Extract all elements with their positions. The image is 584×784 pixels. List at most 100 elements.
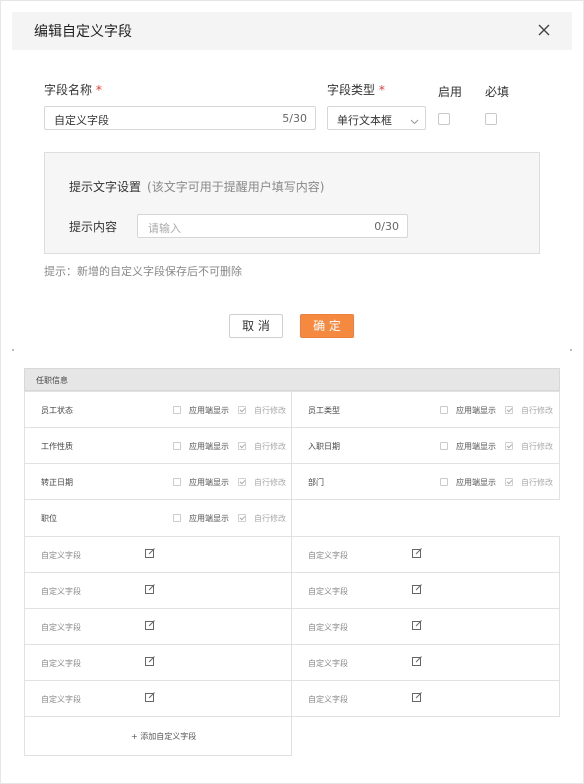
editable-checkbox[interactable] (505, 478, 513, 486)
display-option-label: 应用端显示 (189, 478, 229, 487)
custom-field-cell: 自定义字段 (291, 572, 560, 609)
divider-dot (12, 349, 14, 351)
edit-icon[interactable] (412, 692, 422, 702)
field-name-count: 5/30 (282, 112, 307, 125)
editable-checkbox[interactable] (238, 514, 246, 522)
display-option-label: 应用端显示 (189, 514, 229, 523)
display-checkbox[interactable] (173, 514, 181, 522)
display-option-label: 应用端显示 (456, 478, 496, 487)
field-label: 转正日期 (41, 478, 73, 487)
custom-field-cell: 自定义字段 (291, 608, 560, 645)
custom-field-label: 自定义字段 (41, 551, 81, 560)
editable-option-label: 自行修改 (254, 514, 286, 523)
custom-field-cell: 自定义字段 (24, 644, 292, 681)
display-checkbox[interactable] (440, 406, 448, 414)
field-cell: 转正日期 应用端显示 自行修改 (24, 463, 292, 500)
display-checkbox[interactable] (440, 442, 448, 450)
custom-field-cell: 自定义字段 (291, 680, 560, 717)
edit-icon[interactable] (145, 692, 155, 702)
field-name-input[interactable]: 自定义字段 5/30 (44, 106, 316, 130)
custom-field-label: 自定义字段 (308, 695, 348, 704)
field-label: 工作性质 (41, 442, 73, 451)
required-label: 必填 (485, 85, 510, 99)
display-checkbox[interactable] (173, 478, 181, 486)
close-icon[interactable] (536, 22, 552, 38)
add-field-cell: + 添加自定义字段 (24, 716, 292, 756)
required-checkbox[interactable] (485, 113, 497, 125)
hint-content-label: 提示内容 (69, 220, 118, 234)
edit-icon[interactable] (412, 548, 422, 558)
custom-field-label: 自定义字段 (41, 587, 81, 596)
field-type-value: 单行文本框 (337, 114, 392, 127)
edit-icon[interactable] (412, 656, 422, 666)
field-cell: 员工状态 应用端显示 自行修改 (24, 391, 292, 428)
hint-settings-title: 提示文字设置 (该文字可用于提醒用户填写内容) (69, 180, 325, 194)
field-cell: 工作性质 应用端显示 自行修改 (24, 427, 292, 464)
hint-content-count: 0/30 (374, 220, 399, 233)
edit-icon[interactable] (145, 548, 155, 558)
editable-option-label: 自行修改 (521, 478, 553, 487)
field-label: 入职日期 (308, 442, 340, 451)
field-type-select[interactable]: 单行文本框 (327, 106, 426, 130)
editable-checkbox[interactable] (238, 406, 246, 414)
hint-content-placeholder: 请输入 (148, 222, 181, 235)
display-checkbox[interactable] (173, 406, 181, 414)
editable-option-label: 自行修改 (254, 442, 286, 451)
hint-settings-box: 提示文字设置 (该文字可用于提醒用户填写内容) 提示内容 请输入 0/30 (44, 152, 540, 254)
dialog-title: 编辑自定义字段 (34, 24, 132, 40)
display-option-label: 应用端显示 (456, 406, 496, 415)
hint-content-input[interactable]: 请输入 0/30 (137, 214, 408, 238)
editable-checkbox[interactable] (505, 442, 513, 450)
section-title: 任职信息 (36, 376, 68, 385)
section-header: 任职信息 (24, 368, 560, 391)
field-type-label: 字段类型 * (327, 83, 385, 97)
custom-field-label: 自定义字段 (308, 551, 348, 560)
custom-field-label: 自定义字段 (41, 623, 81, 632)
field-label: 部门 (308, 478, 324, 487)
edit-icon[interactable] (145, 620, 155, 630)
confirm-button[interactable]: 确 定 (300, 314, 354, 338)
display-option-label: 应用端显示 (456, 442, 496, 451)
field-name-value: 自定义字段 (54, 114, 109, 127)
field-cell: 员工类型 应用端显示 自行修改 (291, 391, 560, 428)
editable-checkbox[interactable] (505, 406, 513, 414)
custom-field-label: 自定义字段 (308, 623, 348, 632)
dialog-header: 编辑自定义字段 (12, 12, 572, 50)
add-custom-field-button[interactable]: + 添加自定义字段 (131, 731, 196, 742)
display-option-label: 应用端显示 (189, 406, 229, 415)
custom-field-cell: 自定义字段 (24, 572, 292, 609)
save-tip: 提示：新增的自定义字段保存后不可删除 (44, 265, 242, 278)
display-checkbox[interactable] (173, 442, 181, 450)
editable-checkbox[interactable] (238, 442, 246, 450)
edit-icon[interactable] (412, 620, 422, 630)
field-label: 职位 (41, 514, 57, 523)
editable-option-label: 自行修改 (254, 478, 286, 487)
field-cell: 职位 应用端显示 自行修改 (24, 499, 292, 537)
custom-field-label: 自定义字段 (41, 695, 81, 704)
enable-checkbox[interactable] (438, 113, 450, 125)
edit-icon[interactable] (145, 656, 155, 666)
custom-field-cell: 自定义字段 (291, 536, 560, 573)
custom-field-label: 自定义字段 (308, 659, 348, 668)
custom-field-cell: 自定义字段 (24, 536, 292, 573)
custom-field-cell: 自定义字段 (24, 608, 292, 645)
custom-field-label: 自定义字段 (308, 587, 348, 596)
edit-icon[interactable] (145, 584, 155, 594)
custom-field-cell: 自定义字段 (24, 680, 292, 717)
display-checkbox[interactable] (440, 478, 448, 486)
field-label: 员工类型 (308, 406, 340, 415)
cancel-button[interactable]: 取 消 (229, 314, 283, 338)
background-form: 任职信息 员工状态 应用端显示 自行修改 员工类型 应用端显示 自行修改 工作性… (24, 368, 560, 756)
field-cell: 入职日期 应用端显示 自行修改 (291, 427, 560, 464)
editable-option-label: 自行修改 (521, 406, 553, 415)
custom-field-cell: 自定义字段 (291, 644, 560, 681)
edit-icon[interactable] (412, 584, 422, 594)
editable-checkbox[interactable] (238, 478, 246, 486)
field-label: 员工状态 (41, 406, 73, 415)
display-option-label: 应用端显示 (189, 442, 229, 451)
editable-option-label: 自行修改 (521, 442, 553, 451)
field-name-label: 字段名称 * (44, 83, 102, 97)
custom-field-label: 自定义字段 (41, 659, 81, 668)
editable-option-label: 自行修改 (254, 406, 286, 415)
field-cell: 部门 应用端显示 自行修改 (291, 463, 560, 500)
